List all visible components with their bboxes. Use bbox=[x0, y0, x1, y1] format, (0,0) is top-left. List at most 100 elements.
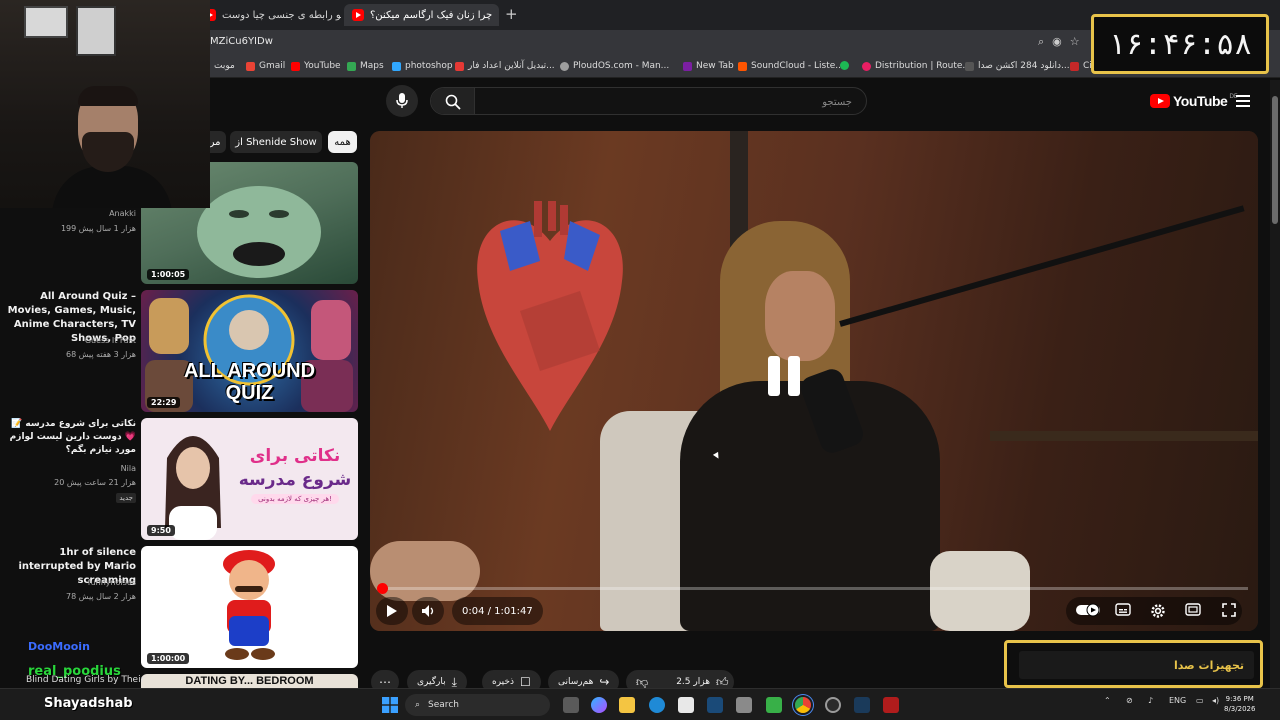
globe-icon bbox=[560, 61, 569, 71]
bookmark-item[interactable]: موبت bbox=[214, 61, 235, 71]
download-site-icon bbox=[965, 61, 974, 71]
webcam-overlay bbox=[0, 0, 210, 208]
steam-icon[interactable] bbox=[707, 697, 723, 713]
microphone-icon bbox=[396, 93, 408, 108]
rec-channel[interactable]: Anakki bbox=[109, 209, 136, 218]
tray-volume-icon[interactable]: ◂) bbox=[1212, 696, 1219, 705]
new-tab-button[interactable]: + bbox=[505, 5, 518, 23]
fullscreen-icon bbox=[1222, 603, 1236, 617]
obs-icon[interactable] bbox=[825, 697, 841, 713]
bookmark-item[interactable]: تبدیل آنلاین اعداد فار... bbox=[455, 61, 555, 71]
search-button[interactable] bbox=[431, 88, 475, 114]
app-icon[interactable] bbox=[736, 697, 752, 713]
tray-network-icon[interactable]: ⊘ bbox=[1126, 696, 1133, 705]
volume-button[interactable] bbox=[412, 597, 444, 625]
chrome-icon[interactable] bbox=[795, 697, 811, 713]
edge-icon[interactable] bbox=[649, 697, 665, 713]
video-player[interactable]: 0:04 / 1:01:47 bbox=[370, 131, 1258, 631]
rec-thumbnail[interactable]: 1:00:00 bbox=[141, 546, 358, 668]
task-view-icon[interactable] bbox=[563, 697, 579, 713]
tray-mic-icon[interactable]: ♪ bbox=[1148, 696, 1153, 705]
extension-icon[interactable]: ◉ bbox=[1052, 35, 1062, 49]
url-text[interactable]: MZiCu6YIDw bbox=[210, 36, 273, 47]
copilot-icon[interactable] bbox=[591, 697, 607, 713]
rec-thumbnail[interactable]: ALL AROUND QUIZ 22:29 bbox=[141, 290, 358, 412]
autoplay-toggle[interactable] bbox=[1076, 603, 1100, 619]
stream-clock-overlay: ۱۶:۴۶:۵۸ bbox=[1091, 14, 1269, 74]
bookmark-item[interactable]: New Tab bbox=[683, 61, 734, 71]
bookmark-item[interactable]: دانلود 284 اکشن صدا... bbox=[965, 61, 1070, 71]
autoplay-toggle-icon bbox=[1076, 603, 1100, 617]
browser-tab-active[interactable]: چرا زنان فیک ارگاسم میکنن؟ ✕ bbox=[344, 4, 499, 26]
zoom-icon[interactable]: ⌕ bbox=[1038, 35, 1044, 49]
app-icon[interactable] bbox=[766, 697, 782, 713]
play-button[interactable] bbox=[376, 597, 408, 625]
bookmark-item[interactable]: Ci bbox=[1070, 61, 1092, 71]
page-scrollbar[interactable] bbox=[1270, 80, 1280, 688]
banner-text: تجهیزات صدا bbox=[1019, 651, 1254, 679]
store-icon[interactable] bbox=[678, 697, 694, 713]
theater-mode-button[interactable] bbox=[1184, 603, 1202, 619]
bookmark-item[interactable]: Distribution | Route... bbox=[862, 61, 971, 71]
taskbar-search[interactable]: ⌕ Search bbox=[405, 694, 550, 716]
chat-message: Blind Dating Girls by Their bbox=[26, 675, 145, 685]
taskbar-clock[interactable]: 9:36 PM 8/3/2026 bbox=[1224, 694, 1255, 714]
rec-title[interactable]: نکاتی برای شروع مدرسه 📝💗 دوست دارین لیست… bbox=[1, 418, 136, 457]
voice-search-button[interactable] bbox=[386, 85, 418, 117]
search-input[interactable] bbox=[477, 88, 862, 114]
bookmark-item[interactable]: SoundCloud - Liste... bbox=[738, 61, 844, 71]
bookmark-item[interactable]: YouTube bbox=[291, 61, 341, 71]
bookmark-item[interactable]: photoshop bbox=[392, 61, 453, 71]
video-frame-detail bbox=[765, 271, 835, 361]
browser-tab-previous[interactable]: مزدها تو رابطه ی جنسی چیا دوست... bbox=[196, 4, 341, 26]
windows-start-icon[interactable] bbox=[382, 697, 398, 713]
chip-all[interactable]: همه bbox=[328, 131, 357, 153]
youtube-logo-text: YouTube bbox=[1173, 93, 1228, 109]
bookmark-item[interactable]: Maps bbox=[347, 61, 384, 71]
hamburger-menu-icon[interactable] bbox=[1236, 95, 1250, 107]
streamer-hair bbox=[78, 86, 138, 106]
app-icon[interactable] bbox=[883, 697, 899, 713]
bookmark-item[interactable]: Gmail bbox=[246, 61, 285, 71]
progress-bar[interactable] bbox=[377, 583, 1248, 594]
youtube-logo[interactable]: YouTube DE bbox=[1150, 93, 1238, 109]
steam-icon[interactable] bbox=[854, 697, 870, 713]
chip-from-channel[interactable]: از Shenide Show bbox=[230, 131, 322, 153]
bookmark-item[interactable]: PloudOS.com - Man... bbox=[560, 61, 669, 71]
language-indicator[interactable]: ENG bbox=[1169, 696, 1186, 705]
file-explorer-icon[interactable] bbox=[619, 697, 635, 713]
youtube-icon bbox=[291, 61, 300, 71]
rec-thumbnail[interactable]: نکاتی برای شروع مدرسه هر چیزی که لازمه ب… bbox=[141, 418, 358, 540]
save-playlist-icon: ☐ bbox=[519, 675, 531, 689]
pause-indicator-icon bbox=[762, 352, 806, 402]
gmail-icon bbox=[246, 61, 255, 71]
spotify-icon bbox=[840, 61, 849, 70]
settings-button[interactable] bbox=[1149, 603, 1167, 619]
video-duration: 1:00:00 bbox=[147, 653, 190, 664]
new-tab-icon bbox=[683, 61, 692, 71]
theater-mode-icon bbox=[1185, 603, 1201, 616]
rec-meta: 199 هزار 1 سال پیش bbox=[60, 224, 136, 233]
thumbnail-text: DATING BY... BEDROOM bbox=[185, 675, 314, 687]
bookmark-star-icon[interactable]: ☆ bbox=[1070, 35, 1080, 49]
video-duration: 1:00:05 bbox=[147, 269, 190, 280]
rec-channel[interactable]: Nila bbox=[121, 464, 136, 473]
new-badge: جدید bbox=[116, 493, 136, 503]
youtube-logo-icon bbox=[1150, 94, 1170, 108]
rec-meta: 68 هزار 3 هفته پیش bbox=[66, 350, 136, 359]
scrollbar-thumb[interactable] bbox=[1272, 96, 1278, 224]
search-box bbox=[430, 87, 867, 115]
rec-meta: 20 هزار 21 ساعت پیش bbox=[54, 478, 136, 487]
rec-thumbnail[interactable]: DATING BY... BEDROOM bbox=[141, 674, 358, 688]
thumbnail-image bbox=[206, 550, 292, 660]
rec-channel[interactable]: funnynoises bbox=[88, 578, 136, 587]
bookmark-item[interactable] bbox=[840, 61, 853, 70]
converter-icon bbox=[455, 61, 464, 71]
tray-chevron-icon[interactable]: ⌃ bbox=[1104, 696, 1111, 705]
rec-channel[interactable]: Guess It Fast bbox=[85, 336, 136, 345]
tray-display-icon[interactable]: ▭ bbox=[1196, 696, 1204, 705]
youtube-favicon-icon bbox=[352, 9, 364, 21]
chat-username: DooMooin bbox=[28, 640, 90, 653]
fullscreen-button[interactable] bbox=[1220, 603, 1238, 619]
subtitles-button[interactable] bbox=[1114, 603, 1132, 619]
